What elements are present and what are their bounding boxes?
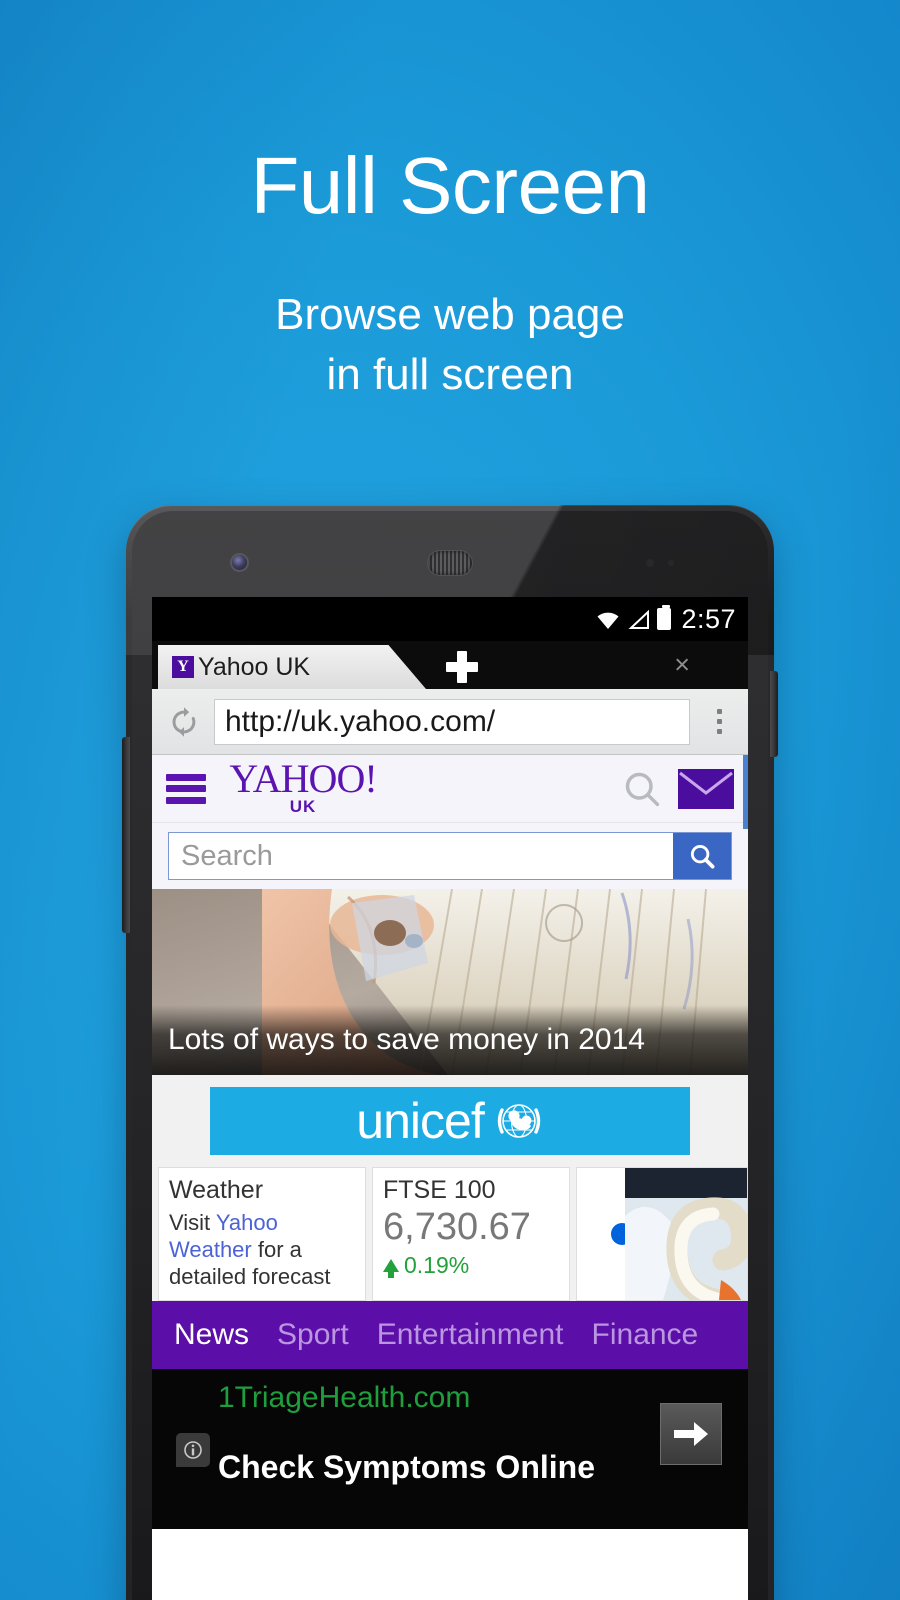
proximity-sensor-icon	[646, 559, 682, 567]
promo-subtitle-line-1: Browse web page	[275, 289, 625, 339]
web-page-viewport: YAHOO! UK Search Lots of ways to save mo…	[152, 755, 748, 1600]
yahoo-logo[interactable]: YAHOO! UK	[228, 759, 378, 817]
search-box[interactable]: Search	[168, 832, 732, 880]
yahoo-search-row: Search	[152, 823, 748, 889]
yahoo-category-nav: News Sport Entertainment Finance	[152, 1301, 748, 1369]
weather-card-body: Visit Yahoo Weather for a detailed forec…	[169, 1209, 355, 1291]
status-icons	[595, 605, 672, 630]
yahoo-favicon: Y	[172, 656, 194, 678]
hero-caption: Lots of ways to save money in 2014	[152, 1005, 748, 1075]
nav-item-entertainment[interactable]: Entertainment	[377, 1318, 564, 1352]
url-bar[interactable]: http://uk.yahoo.com/	[214, 698, 690, 745]
yahoo-weather-link-1[interactable]: Yahoo	[216, 1210, 278, 1235]
flickr-card[interactable]	[576, 1167, 748, 1301]
module-cards-row: Weather Visit Yahoo Weather for a detail…	[152, 1167, 748, 1301]
search-icon[interactable]	[620, 767, 664, 811]
weather-text-before: Visit	[169, 1209, 216, 1235]
promo-subtitle: Browse web page in full screen	[0, 285, 900, 406]
ad-info-icon[interactable]	[176, 1433, 210, 1467]
bottom-ad-url[interactable]: 1TriageHealth.com	[218, 1381, 470, 1415]
arrow-right-icon[interactable]	[660, 1403, 722, 1465]
overflow-menu-icon[interactable]	[700, 700, 738, 744]
ftse-index-value: 6,730.67	[383, 1205, 531, 1248]
bottom-ad-headline: Check Symptoms Online	[218, 1449, 595, 1485]
unicef-ad-banner[interactable]: unicef	[210, 1087, 690, 1155]
volume-button[interactable]	[122, 737, 130, 933]
mail-icon[interactable]	[678, 768, 734, 809]
hamburger-menu-icon[interactable]	[166, 773, 206, 804]
phone-mockup: 2:57 Y Yahoo UK × http://uk.yahoo.com/ Y…	[122, 505, 778, 1600]
signal-icon	[628, 609, 650, 630]
yahoo-weather-link-2[interactable]: Weather	[169, 1237, 252, 1262]
status-bar-clock: 2:57	[681, 603, 736, 634]
page-scrollbar[interactable]	[743, 755, 748, 829]
nav-item-finance[interactable]: Finance	[592, 1318, 699, 1352]
page-title: Full Screen	[250, 141, 650, 230]
phone-screen: 2:57 Y Yahoo UK × http://uk.yahoo.com/ Y…	[152, 597, 748, 1600]
nav-item-news[interactable]: News	[174, 1318, 249, 1352]
new-tab-button[interactable]	[446, 651, 478, 683]
arrow-up-icon	[383, 1258, 399, 1278]
close-tab-icon[interactable]: ×	[674, 651, 690, 679]
unicef-globe-icon	[494, 1096, 544, 1146]
android-status-bar: 2:57	[152, 597, 748, 641]
unicef-wordmark: unicef	[356, 1093, 484, 1149]
hero-story[interactable]: Lots of ways to save money in 2014	[152, 889, 748, 1075]
yahoo-logo-region: UK	[289, 797, 317, 816]
yahoo-logo-text: YAHOO!	[229, 756, 377, 801]
nav-item-sport[interactable]: Sport	[277, 1318, 349, 1352]
ftse-change: 0.19%	[383, 1252, 559, 1279]
battery-icon	[657, 605, 672, 630]
weather-card-title: Weather	[169, 1176, 264, 1204]
weather-card[interactable]: Weather Visit Yahoo Weather for a detail…	[158, 1167, 366, 1301]
browser-toolbar: http://uk.yahoo.com/	[152, 689, 748, 755]
promo-subtitle-line-2: in full screen	[326, 350, 574, 400]
reload-icon[interactable]	[164, 702, 204, 742]
bottom-ad[interactable]: 1TriageHealth.com Check Symptoms Online	[152, 1369, 748, 1529]
wifi-icon	[595, 610, 621, 630]
front-camera-icon	[232, 555, 247, 570]
promo-text-block: Full Screen Browse web page in full scre…	[0, 145, 900, 406]
power-button[interactable]	[770, 671, 778, 757]
browser-tab-strip: Y Yahoo UK ×	[152, 641, 748, 689]
search-submit-button[interactable]	[673, 833, 731, 879]
earpiece-speaker-icon	[428, 551, 472, 575]
browser-tab[interactable]: Y Yahoo UK	[158, 645, 426, 689]
ad-banner-row: unicef	[152, 1075, 748, 1167]
ftse-change-percent: 0.19%	[404, 1251, 470, 1278]
yahoo-site-header: YAHOO! UK	[152, 755, 748, 823]
search-input[interactable]: Search	[169, 833, 673, 879]
ftse-card[interactable]: FTSE 100 6,730.67 0.19%	[372, 1167, 570, 1301]
flickr-photo	[625, 1168, 747, 1300]
ftse-card-title: FTSE 100	[383, 1176, 496, 1204]
browser-tab-title: Yahoo UK	[198, 652, 311, 681]
